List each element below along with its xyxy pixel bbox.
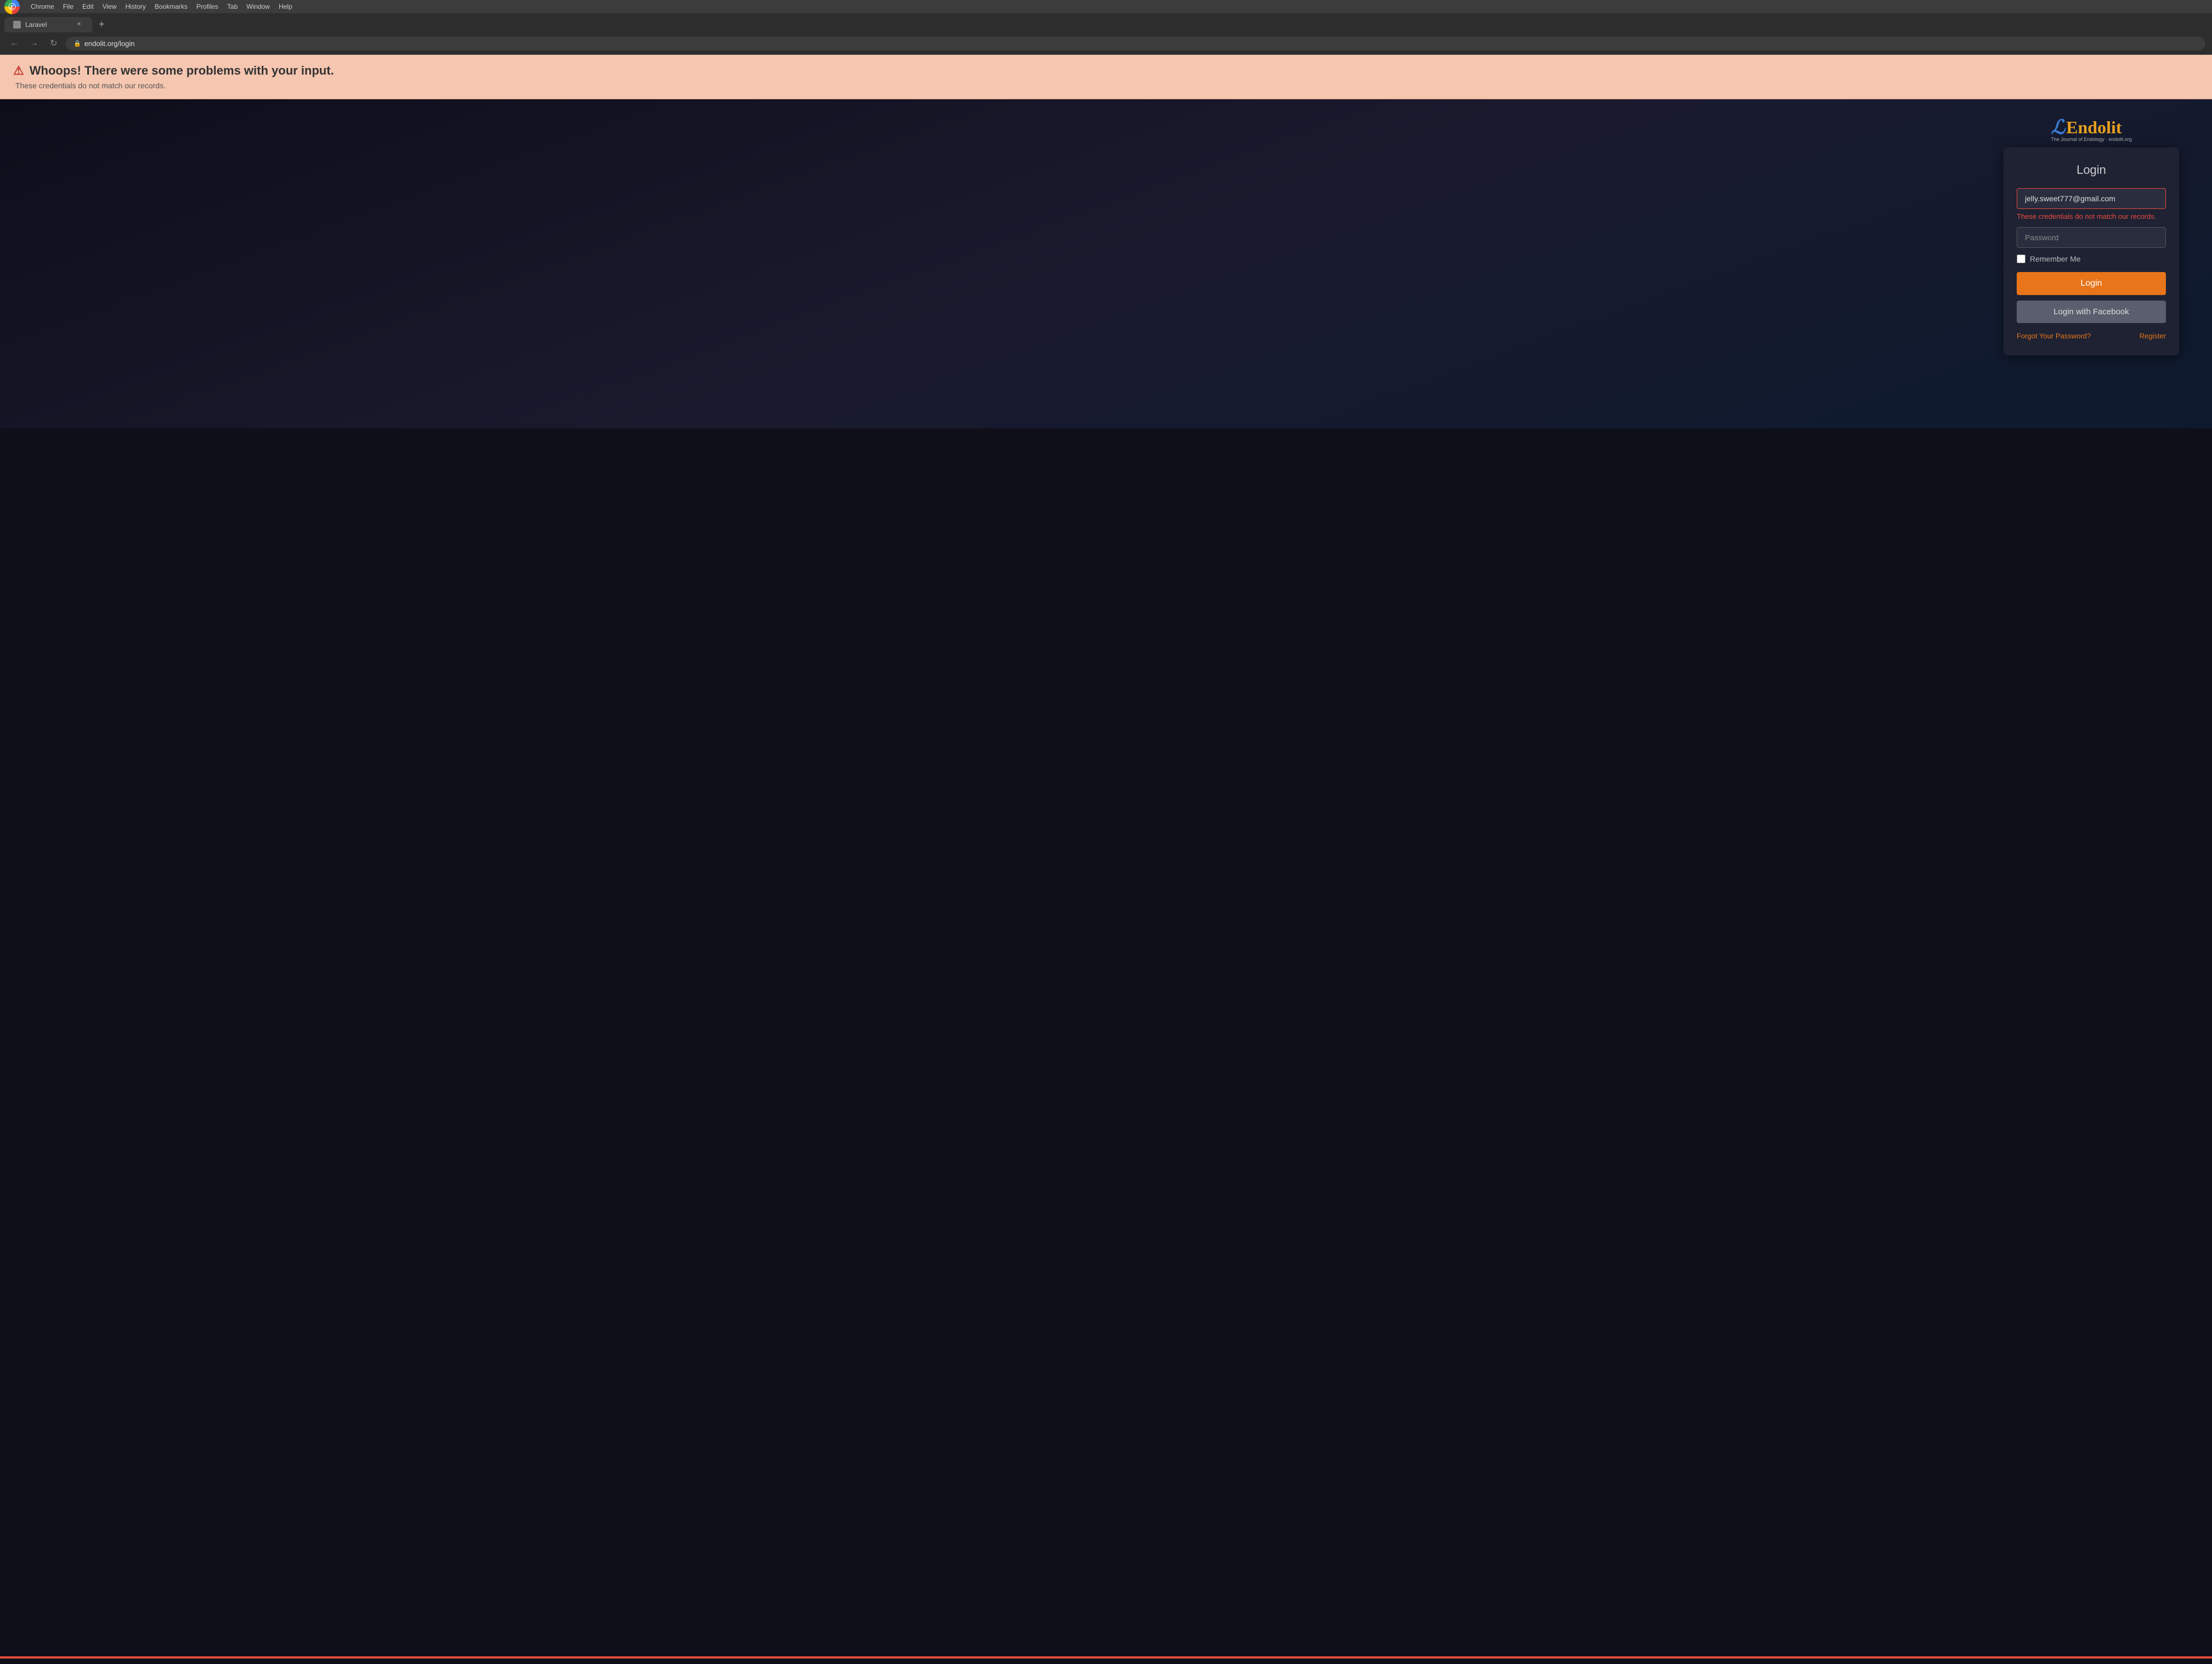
menu-tab[interactable]: Tab [227, 3, 238, 10]
logo-name: Endolit [2066, 117, 2121, 138]
menu-edit[interactable]: Edit [82, 3, 94, 10]
error-banner: ⚠ Whoops! There were some problems with … [0, 55, 2212, 99]
email-input[interactable] [2017, 188, 2166, 209]
main-area: ℒ Endolit The Journal of Endology · endo… [0, 99, 2212, 428]
page-content: ⚠ Whoops! There were some problems with … [0, 55, 2212, 1664]
error-banner-title-text: Whoops! There were some problems with yo… [30, 64, 334, 78]
svg-text:E: E [10, 4, 14, 10]
tab-favicon-icon [13, 21, 21, 29]
login-container: ℒ Endolit The Journal of Endology · endo… [2004, 116, 2179, 412]
address-text: endolit.org/login [84, 39, 135, 48]
remember-me-checkbox[interactable] [2017, 254, 2025, 263]
login-card: Login These credentials do not match our… [2004, 148, 2179, 355]
menu-help[interactable]: Help [279, 3, 292, 10]
register-link[interactable]: Register [2140, 332, 2166, 340]
chrome-menubar: E Chrome File Edit View History Bookmark… [0, 0, 2212, 13]
forward-button[interactable]: → [26, 36, 42, 51]
chrome-tabs-bar: Laravel ✕ + [0, 13, 2212, 32]
menu-window[interactable]: Window [246, 3, 270, 10]
logo-e-icon: ℒ [2051, 116, 2065, 139]
tab-close-button[interactable]: ✕ [75, 20, 83, 29]
logo-tagline: The Journal of Endology · endolit.org [2051, 137, 2132, 142]
facebook-login-button[interactable]: Login with Facebook [2017, 301, 2166, 323]
logo-area: ℒ Endolit The Journal of Endology · endo… [2051, 116, 2132, 142]
email-field-error: These credentials do not match our recor… [2017, 212, 2166, 220]
bottom-links: Forgot Your Password? Register [2017, 332, 2166, 340]
forgot-password-link[interactable]: Forgot Your Password? [2017, 332, 2091, 340]
address-bar[interactable]: 🔒 endolit.org/login [66, 37, 2205, 50]
tab-title: Laravel [25, 21, 47, 29]
email-form-group: These credentials do not match our recor… [2017, 188, 2166, 220]
chrome-omnibar: ← → ↻ 🔒 endolit.org/login [0, 32, 2212, 55]
chrome-logo-icon: E [4, 0, 20, 14]
error-banner-subtitle: These credentials do not match our recor… [13, 81, 2199, 90]
password-form-group [2017, 227, 2166, 248]
browser-tab-active[interactable]: Laravel ✕ [4, 17, 92, 32]
error-banner-title: ⚠ Whoops! There were some problems with … [13, 64, 2199, 78]
menu-chrome[interactable]: Chrome [31, 3, 54, 10]
back-button[interactable]: ← [7, 36, 22, 51]
new-tab-button[interactable]: + [94, 16, 109, 32]
remember-me-row: Remember Me [2017, 254, 2166, 263]
menu-profiles[interactable]: Profiles [196, 3, 218, 10]
login-button[interactable]: Login [2017, 272, 2166, 295]
login-title: Login [2017, 163, 2166, 177]
browser-frame: E Chrome File Edit View History Bookmark… [0, 0, 2212, 55]
remember-me-label[interactable]: Remember Me [2030, 254, 2081, 263]
warning-icon: ⚠ [13, 64, 24, 78]
lock-icon: 🔒 [74, 40, 81, 47]
menu-history[interactable]: History [126, 3, 146, 10]
refresh-button[interactable]: ↻ [46, 36, 61, 51]
site-logo: ℒ Endolit [2051, 116, 2132, 139]
menu-file[interactable]: File [63, 3, 74, 10]
bottom-status-bar [0, 1656, 2212, 1659]
menu-bookmarks[interactable]: Bookmarks [155, 3, 188, 10]
menu-view[interactable]: View [103, 3, 117, 10]
password-input[interactable] [2017, 227, 2166, 248]
